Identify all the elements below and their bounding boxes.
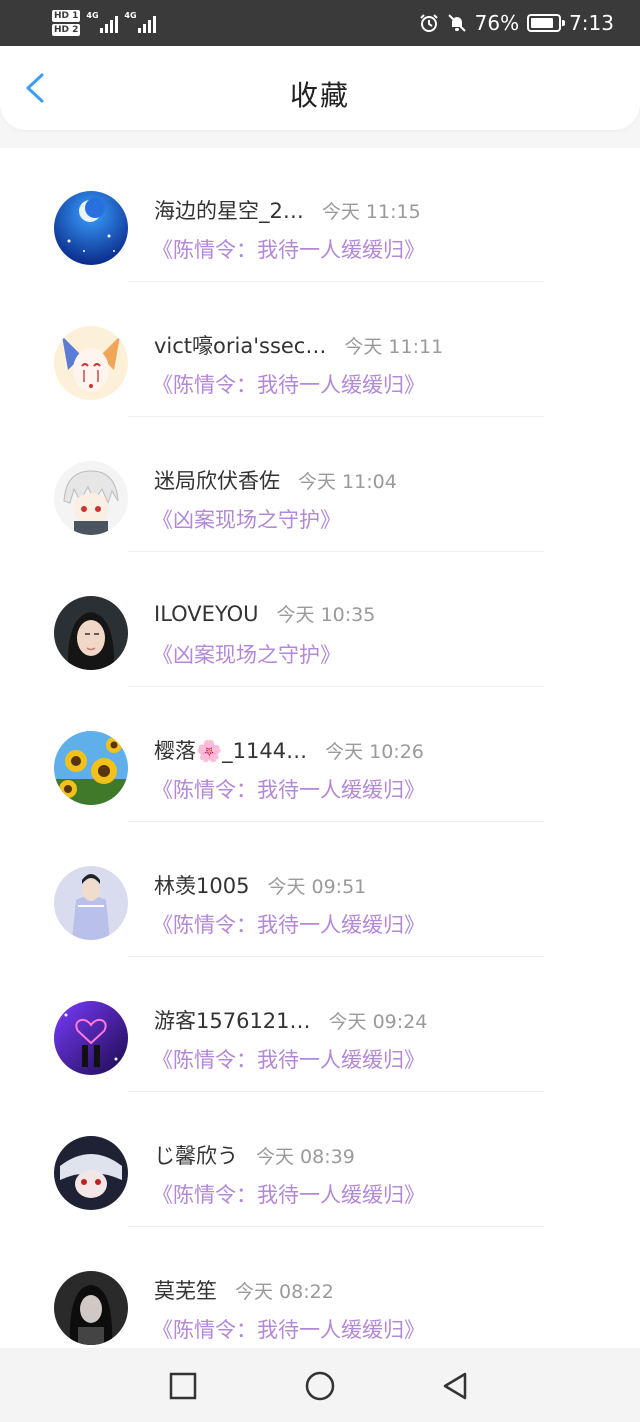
timestamp: 今天 09:51 (267, 876, 367, 898)
timestamp: 今天 11:15 (321, 201, 421, 223)
status-right: 76% 7:13 (419, 0, 614, 46)
bell-muted-icon (447, 13, 467, 33)
username: 樱落🌸_1144… (154, 739, 308, 763)
avatar[interactable] (54, 326, 128, 400)
divider (128, 686, 544, 687)
timestamp: 今天 10:26 (325, 741, 424, 763)
system-back-button[interactable] (437, 1368, 473, 1404)
clock: 7:13 (569, 11, 614, 35)
drama-title[interactable]: 《凶案现场之守护》 (152, 504, 341, 534)
battery-percent: 76% (474, 11, 520, 35)
avatar[interactable] (54, 461, 128, 535)
drama-title[interactable]: 《陈情令：我待一人缓缓归》 (152, 774, 425, 804)
avatar[interactable] (54, 191, 128, 265)
username: 莫芜笙 (154, 1279, 217, 1303)
list-item[interactable]: vict嚎oria'ssec… 今天 11:11 《陈情令：我待一人缓缓归》 (0, 283, 640, 418)
list-item[interactable]: じ馨欣う 今天 08:39 《陈情令：我待一人缓缓归》 (0, 1093, 640, 1228)
drama-title[interactable]: 《陈情令：我待一人缓缓归》 (152, 369, 425, 399)
timestamp: 今天 11:11 (344, 336, 444, 358)
timestamp: 今天 09:24 (328, 1011, 428, 1033)
home-button[interactable] (302, 1368, 338, 1404)
divider (128, 281, 544, 282)
divider (128, 956, 544, 957)
recent-apps-icon (169, 1372, 197, 1400)
favorites-list: 海边的星空_2… 今天 11:15 《陈情令：我待一人缓缓归》 vict嚎ori… (0, 148, 640, 1348)
timestamp: 今天 11:04 (298, 471, 397, 493)
list-item[interactable]: 莫芜笙 今天 08:22 《陈情令：我待一人缓缓归》 (0, 1228, 640, 1348)
signal-1-icon: 4G (86, 11, 119, 33)
divider (128, 1091, 544, 1092)
status-bar: HD 1 HD 2 4G 4G 76% 7:13 (0, 0, 640, 46)
username: 迷局欣伏香佐 (154, 469, 280, 493)
timestamp: 今天 08:22 (235, 1281, 334, 1303)
system-nav-bar (0, 1348, 640, 1422)
username: じ馨欣う (154, 1144, 238, 1168)
list-item[interactable]: 樱落🌸_1144… 今天 10:26 《陈情令：我待一人缓缓归》 (0, 688, 640, 823)
sim1-hd-badge: HD 1 (52, 10, 81, 22)
list-item[interactable]: 林羡1005 今天 09:51 《陈情令：我待一人缓缓归》 (0, 823, 640, 958)
sim2-hd-badge: HD 2 (52, 24, 81, 36)
page-title: 收藏 (289, 79, 350, 112)
battery-icon (527, 14, 566, 32)
app-header: 收藏 (0, 46, 640, 130)
avatar[interactable] (54, 866, 128, 940)
avatar[interactable] (54, 1271, 128, 1345)
divider (128, 416, 544, 417)
divider (128, 551, 544, 552)
back-triangle-icon (443, 1372, 467, 1400)
drama-title[interactable]: 《陈情令：我待一人缓缓归》 (152, 1314, 425, 1344)
divider (128, 821, 544, 822)
list-item[interactable]: 海边的星空_2… 今天 11:15 《陈情令：我待一人缓缓归》 (0, 148, 640, 283)
avatar[interactable] (54, 1001, 128, 1075)
list-item[interactable]: 迷局欣伏香佐 今天 11:04 《凶案现场之守护》 (0, 418, 640, 553)
list-item[interactable]: 游客1576121… 今天 09:24 《陈情令：我待一人缓缓归》 (0, 958, 640, 1093)
avatar[interactable] (54, 1136, 128, 1210)
username: ILOVEYOU (154, 602, 259, 626)
drama-title[interactable]: 《陈情令：我待一人缓缓归》 (152, 1179, 425, 1209)
avatar[interactable] (54, 596, 128, 670)
home-icon (305, 1371, 335, 1401)
alarm-icon (419, 13, 439, 33)
signal-area: HD 1 HD 2 4G 4G (52, 6, 157, 40)
drama-title[interactable]: 《陈情令：我待一人缓缓归》 (152, 909, 425, 939)
timestamp: 今天 10:35 (276, 604, 376, 626)
divider (128, 1226, 544, 1227)
drama-title[interactable]: 《陈情令：我待一人缓缓归》 (152, 1044, 425, 1074)
username: vict嚎oria'ssec… (154, 334, 327, 358)
username: 游客1576121… (154, 1009, 311, 1033)
list-item[interactable]: ILOVEYOU 今天 10:35 《凶案现场之守护》 (0, 553, 640, 688)
username: 林羡1005 (154, 874, 250, 898)
timestamp: 今天 08:39 (256, 1146, 355, 1168)
recent-apps-button[interactable] (165, 1368, 201, 1404)
drama-title[interactable]: 《陈情令：我待一人缓缓归》 (152, 234, 425, 264)
avatar[interactable] (54, 731, 128, 805)
signal-2-icon: 4G (124, 11, 157, 33)
username: 海边的星空_2… (154, 199, 304, 223)
drama-title[interactable]: 《凶案现场之守护》 (152, 639, 341, 669)
